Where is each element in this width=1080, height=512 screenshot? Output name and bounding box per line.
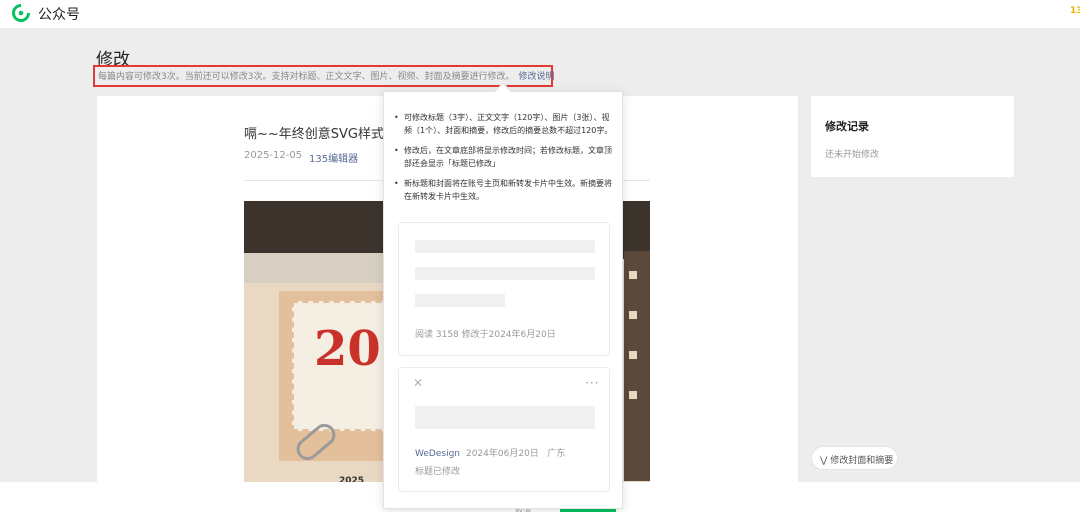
top-bar: 公众号 13	[0, 0, 1080, 28]
cover-newspaper	[244, 253, 384, 283]
film-hole	[629, 351, 637, 359]
edit-history-panel: 修改记录 还未开始修改	[811, 96, 1014, 177]
article-author: 135编辑器	[309, 154, 359, 165]
skeleton-line	[415, 267, 595, 280]
rule-item: 可修改标题（3字）、正文文字（120字）、图片（3张）、视频（1个）、封面和摘要…	[394, 111, 616, 137]
cover-year-text: 20	[314, 321, 381, 377]
film-hole	[629, 271, 637, 279]
article-meta-author: WeDesign	[415, 449, 460, 459]
edit-notice: 每篇内容可修改3次。当前还可以修改3次。支持对标题、正文文字、图片、视频、封面及…	[93, 65, 554, 87]
rule-item: 新标题和封面将在账号主页和新转发卡片中生效。新摘要将在新转发卡片中生效。	[394, 177, 616, 203]
edit-history-empty: 还未开始修改	[825, 150, 880, 160]
skeleton-title	[415, 406, 595, 429]
edit-cover-summary-button[interactable]: ⋁ 修改封面和摘要	[811, 446, 898, 470]
article-meta-date: 2024年06月20日	[465, 449, 539, 459]
wechat-official-account-logo-icon[interactable]	[12, 4, 30, 22]
edit-cover-summary-label: 修改封面和摘要	[830, 456, 894, 466]
title-modified-status: 标题已修改	[415, 467, 461, 477]
rule-item: 修改后，在文章底部将显示修改时间；若修改标题，文章顶部还会显示「标题已修改」	[394, 144, 616, 170]
close-icon: ✕	[413, 376, 424, 390]
skeleton-line	[415, 294, 505, 307]
edit-history-title: 修改记录	[825, 120, 869, 133]
article-date: 2025-12-05	[244, 150, 303, 161]
skeleton-line	[415, 240, 595, 253]
edit-instructions-link[interactable]: 修改说明	[518, 72, 554, 82]
article-meta-region: 广东	[547, 449, 566, 459]
film-hole	[629, 391, 637, 399]
preview-card-profile: 阅读 3158 修改于2024年6月20日	[398, 222, 610, 356]
article-meta: WeDesign 2024年06月20日 广东	[415, 446, 565, 459]
more-icon: ···	[585, 376, 600, 390]
read-count-meta: 阅读 3158 修改于2024年6月20日	[415, 330, 556, 340]
film-hole	[629, 311, 637, 319]
chevron-down-icon: ⋁	[820, 456, 828, 466]
article-title[interactable]: 嗝~~年终创意SVG样式，	[244, 123, 384, 142]
edit-instructions-popover: 可修改标题（3字）、正文文字（120字）、图片（3张）、视频（1个）、封面和摘要…	[383, 82, 623, 509]
brand-name: 公众号	[38, 7, 80, 23]
corner-badge: 13	[1070, 6, 1080, 16]
notice-text: 每篇内容可修改3次。当前还可以修改3次。支持对标题、正文文字、图片、视频、封面及…	[98, 72, 515, 82]
edit-rules-list: 可修改标题（3字）、正文文字（120字）、图片（3张）、视频（1个）、封面和摘要…	[394, 111, 616, 210]
film-strip	[624, 251, 650, 481]
preview-card-article: ✕ ··· WeDesign 2024年06月20日 广东 标题已修改	[398, 367, 610, 492]
